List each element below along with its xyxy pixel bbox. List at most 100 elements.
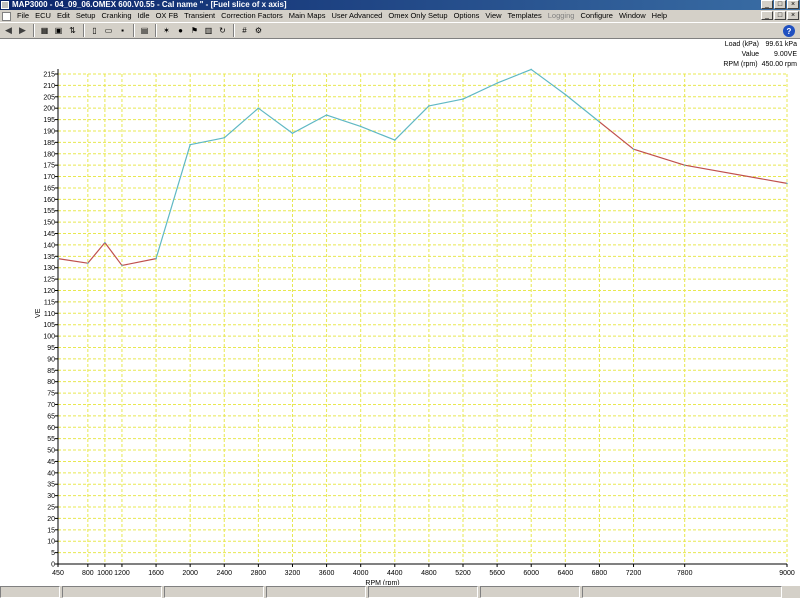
menu-setup[interactable]: Setup: [73, 10, 99, 22]
x-tick-label: 4000: [353, 570, 369, 577]
menu-logging[interactable]: Logging: [545, 10, 578, 22]
menu-cranking[interactable]: Cranking: [98, 10, 134, 22]
title-bar[interactable]: MAP3000 - 04_09_06.OMEX 600.V0.55 - Cal …: [0, 0, 800, 10]
y-tick-label: 155: [43, 208, 55, 215]
y-tick-label: 110: [44, 311, 55, 318]
grid-icon[interactable]: #: [238, 24, 251, 37]
close-button[interactable]: ×: [787, 0, 799, 9]
stop-icon[interactable]: ●: [174, 24, 187, 37]
status-panel: [266, 586, 366, 598]
window-title: MAP3000 - 04_09_06.OMEX 600.V0.55 - Cal …: [12, 0, 287, 9]
ve-line-segment: [87, 242, 106, 264]
x-tick-label: 7800: [677, 570, 693, 577]
ve-data-point: [393, 139, 396, 141]
ve-data-point: [530, 68, 533, 71]
ve-line-segment: [633, 148, 685, 166]
menu-ox-fb[interactable]: OX FB: [153, 10, 182, 22]
child-minimize-button[interactable]: _: [761, 11, 773, 20]
ve-data-point: [121, 264, 123, 267]
chart-canvas: 0 5 10 15 20 25 30 35 40 45 50 55 60 65 70 75 80 85 90 95 10…: [35, 68, 795, 585]
toolbar-separator: [133, 24, 135, 37]
tools-icon[interactable]: ⚙: [252, 24, 265, 37]
y-tick-label: 205: [43, 94, 55, 101]
menu-file[interactable]: File: [14, 10, 32, 22]
x-tick-label: 4400: [387, 570, 403, 577]
y-tick-label: 170: [43, 174, 55, 181]
menu-omex-only-setup[interactable]: Omex Only Setup: [385, 10, 450, 22]
toolbar-separator: [155, 24, 157, 37]
y-tick-label: 140: [43, 242, 55, 249]
ve-data-point: [786, 182, 788, 185]
y-tick-label: 120: [43, 288, 55, 295]
ve-data-point: [564, 93, 567, 96]
y-tick-label: 85: [47, 368, 55, 375]
load-value: 99.61 kPa: [765, 41, 797, 48]
y-tick-label: 195: [43, 117, 55, 124]
save-file-icon[interactable]: ▪: [116, 24, 129, 37]
window-controls: _ □ ×: [761, 0, 799, 9]
forward-icon[interactable]: ▶: [16, 24, 29, 37]
ve-data-point: [257, 107, 260, 109]
flag-icon[interactable]: ⚑: [188, 24, 201, 37]
y-tick-label: 130: [43, 265, 55, 272]
ve-line-segment: [57, 258, 88, 264]
menu-user-advanced[interactable]: User Advanced: [328, 10, 385, 22]
sun-icon[interactable]: ✶: [160, 24, 173, 37]
toolbar-separator: [33, 24, 35, 37]
y-tick-label: 135: [43, 254, 55, 261]
table-icon[interactable]: ▤: [138, 24, 151, 37]
menu-templates[interactable]: Templates: [505, 10, 545, 22]
ve-data-point: [189, 143, 191, 146]
y-tick-label: 30: [47, 493, 55, 500]
ve-line-segment: [428, 98, 464, 107]
ve-line-segment: [394, 105, 430, 141]
maximize-button[interactable]: □: [774, 0, 786, 9]
y-tick-label: 65: [47, 413, 55, 420]
refresh-icon[interactable]: ↻: [216, 24, 229, 37]
x-tick-label: 800: [82, 570, 94, 577]
back-icon[interactable]: ◀: [2, 24, 15, 37]
y-tick-label: 40: [47, 470, 55, 477]
ve-line-segment: [190, 137, 225, 146]
toolbar: ◀ ▶ ▦ ▣ ⇅ ▯ ▭ ▪ ▤ ✶ ● ⚑ ▥ ↻ # ⚙?: [0, 22, 800, 39]
help-icon[interactable]: ?: [783, 25, 795, 37]
graph-icon[interactable]: ▥: [202, 24, 215, 37]
menu-configure[interactable]: Configure: [577, 10, 616, 22]
ve-line-segment: [155, 144, 191, 259]
child-restore-button[interactable]: □: [774, 11, 786, 20]
menu-idle[interactable]: Idle: [135, 10, 153, 22]
y-tick-label: 0: [51, 562, 55, 569]
menu-edit[interactable]: Edit: [54, 10, 73, 22]
menu-correction-factors[interactable]: Correction Factors: [218, 10, 286, 22]
menu-view[interactable]: View: [482, 10, 504, 22]
document-icon[interactable]: [2, 11, 11, 21]
status-panel: [0, 586, 60, 598]
fuel-slice-chart: 0 5 10 15 20 25 30 35 40 45 50 55 60 65 70 75 80 85 90 95 10…: [0, 39, 800, 585]
menu-ecu[interactable]: ECU: [32, 10, 54, 22]
status-panel: [582, 586, 782, 598]
menu-options[interactable]: Options: [451, 10, 483, 22]
status-panel: [164, 586, 264, 598]
rpm-label: RPM (rpm): [723, 61, 758, 68]
child-close-button[interactable]: ×: [787, 11, 799, 20]
menu-help[interactable]: Help: [649, 10, 670, 22]
y-tick-label: 10: [47, 539, 55, 546]
cursor-readout: Load (kPa) 99.61 kPa Value 9.00VE RPM (rpm…: [723, 40, 797, 70]
new-file-icon[interactable]: ▯: [88, 24, 101, 37]
y-tick-label: 145: [43, 231, 55, 238]
menu-transient[interactable]: Transient: [181, 10, 218, 22]
y-tick-label: 70: [47, 402, 55, 409]
menu-main-maps[interactable]: Main Maps: [286, 10, 329, 22]
menu-window[interactable]: Window: [616, 10, 649, 22]
connect-icon[interactable]: ⇅: [66, 24, 79, 37]
y-tick-label: 35: [47, 482, 55, 489]
ve-data-point: [104, 241, 106, 244]
minimize-button[interactable]: _: [761, 0, 773, 9]
load-label: Load (kPa): [724, 41, 759, 48]
ecu-icon[interactable]: ▦: [38, 24, 51, 37]
y-tick-label: 160: [43, 197, 55, 204]
open-file-icon[interactable]: ▭: [102, 24, 115, 37]
chip-icon[interactable]: ▣: [52, 24, 65, 37]
y-tick-label: 45: [47, 459, 55, 466]
child-window-controls: _ □ ×: [761, 11, 799, 20]
